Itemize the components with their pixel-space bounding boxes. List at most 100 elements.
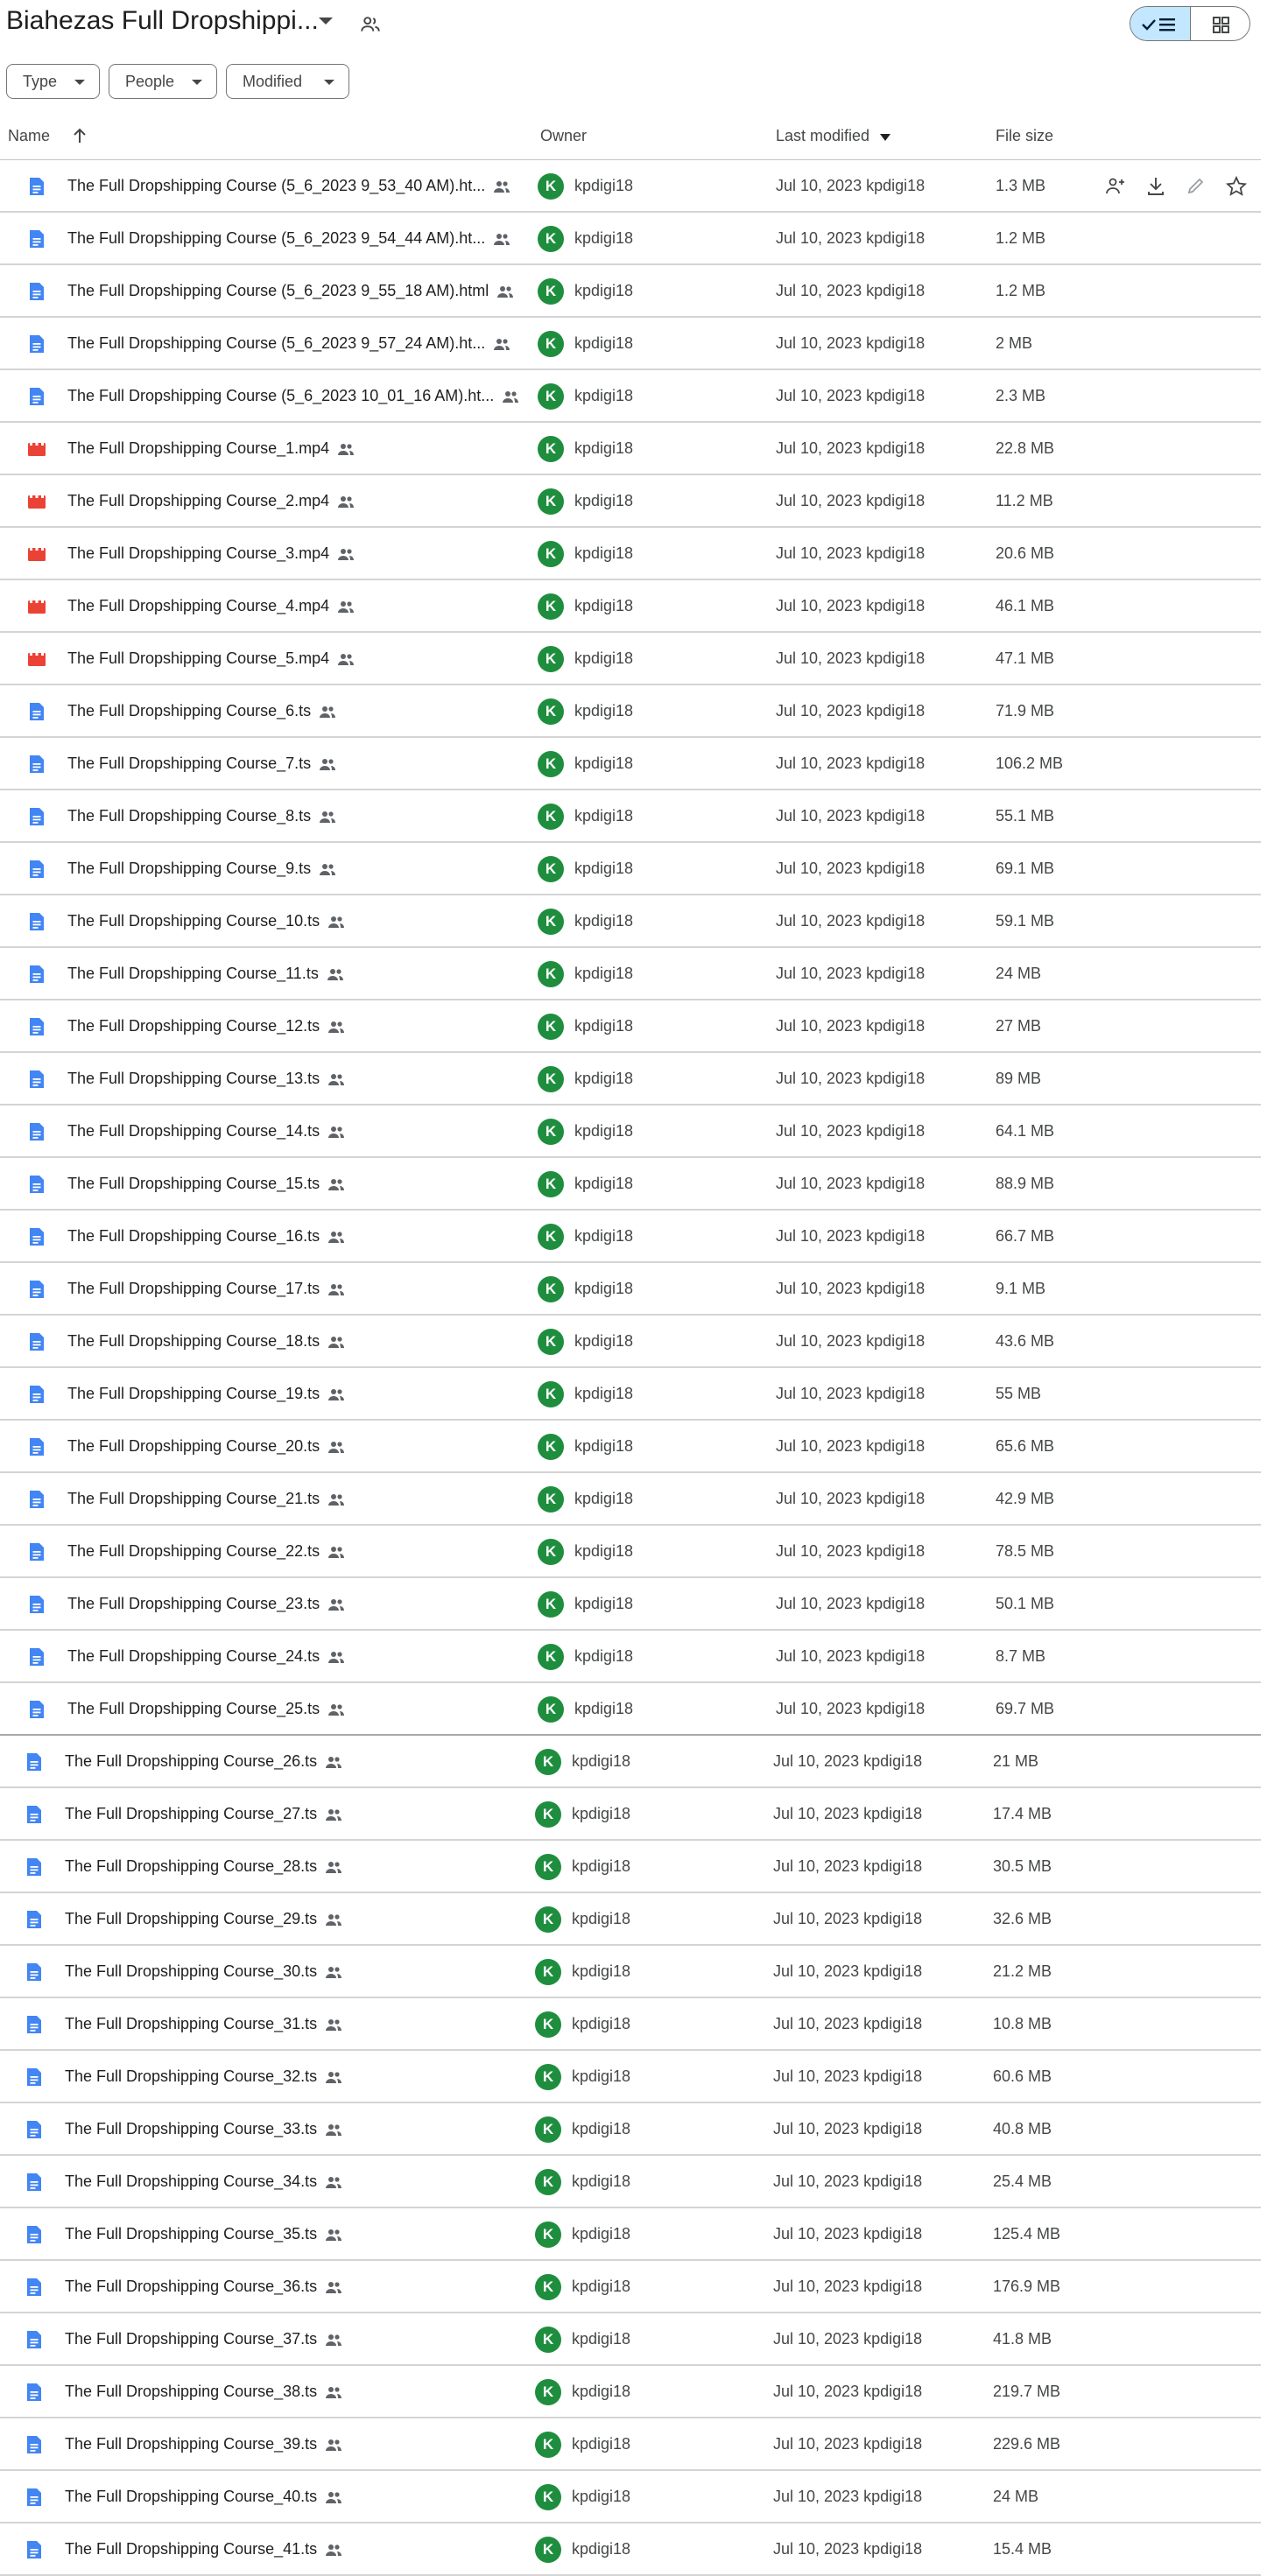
table-row[interactable]: The Full Dropshipping Course_3.mp4 Kkpdig…: [0, 528, 1267, 580]
table-row[interactable]: The Full Dropshipping Course_36.ts Kkpdig…: [0, 2261, 1267, 2313]
file-name[interactable]: The Full Dropshipping Course_32.ts: [65, 2067, 343, 2086]
star-icon[interactable]: [1224, 174, 1249, 199]
table-row[interactable]: The Full Dropshipping Course_20.ts Kkpdig…: [0, 1421, 1267, 1473]
caret-down-icon[interactable]: [879, 133, 891, 142]
download-icon[interactable]: [1144, 174, 1168, 199]
people-filter-chip[interactable]: People: [109, 64, 217, 99]
file-name[interactable]: The Full Dropshipping Course_10.ts: [67, 912, 346, 930]
table-row[interactable]: The Full Dropshipping Course_24.ts Kkpdig…: [0, 1631, 1267, 1683]
table-row[interactable]: The Full Dropshipping Course_13.ts Kkpdig…: [0, 1053, 1267, 1106]
table-row[interactable]: The Full Dropshipping Course (5_6_2023 9…: [0, 160, 1267, 213]
table-row[interactable]: The Full Dropshipping Course_35.ts Kkpdig…: [0, 2208, 1267, 2261]
file-name[interactable]: The Full Dropshipping Course_28.ts: [65, 1857, 343, 1876]
file-name[interactable]: The Full Dropshipping Course_34.ts: [65, 2172, 343, 2191]
file-name[interactable]: The Full Dropshipping Course_39.ts: [65, 2435, 343, 2453]
table-row[interactable]: The Full Dropshipping Course_5.mp4 Kkpdig…: [0, 633, 1267, 685]
table-row[interactable]: The Full Dropshipping Course_34.ts Kkpdig…: [0, 2156, 1267, 2208]
column-header-last-modified[interactable]: Last modified: [776, 127, 869, 145]
list-view-button[interactable]: [1130, 7, 1191, 40]
file-name[interactable]: The Full Dropshipping Course_17.ts: [67, 1280, 346, 1298]
file-name[interactable]: The Full Dropshipping Course_16.ts: [67, 1227, 346, 1246]
table-row[interactable]: The Full Dropshipping Course_17.ts Kkpdig…: [0, 1263, 1267, 1316]
column-header-name[interactable]: Name: [8, 127, 50, 145]
table-row[interactable]: The Full Dropshipping Course_39.ts Kkpdig…: [0, 2418, 1267, 2471]
file-name[interactable]: The Full Dropshipping Course (5_6_2023 1…: [67, 387, 520, 405]
table-row[interactable]: The Full Dropshipping Course_31.ts Kkpdig…: [0, 1998, 1267, 2051]
column-header-file-size[interactable]: File size: [996, 127, 1053, 145]
file-name[interactable]: The Full Dropshipping Course_6.ts: [67, 702, 337, 720]
file-name[interactable]: The Full Dropshipping Course_25.ts: [67, 1700, 346, 1718]
file-name[interactable]: The Full Dropshipping Course_29.ts: [65, 1910, 343, 1928]
file-name[interactable]: The Full Dropshipping Course_27.ts: [65, 1805, 343, 1823]
folder-title[interactable]: Biahezas Full Dropshippi...: [6, 6, 319, 36]
type-filter-chip[interactable]: Type: [6, 64, 100, 99]
file-name[interactable]: The Full Dropshipping Course_38.ts: [65, 2383, 343, 2401]
table-row[interactable]: The Full Dropshipping Course_10.ts Kkpdig…: [0, 895, 1267, 948]
table-row[interactable]: The Full Dropshipping Course_27.ts Kkpdig…: [0, 1788, 1267, 1841]
table-row[interactable]: The Full Dropshipping Course_21.ts Kkpdig…: [0, 1473, 1267, 1526]
table-row[interactable]: The Full Dropshipping Course_29.ts Kkpdig…: [0, 1893, 1267, 1946]
table-row[interactable]: The Full Dropshipping Course_28.ts Kkpdig…: [0, 1841, 1267, 1893]
table-row[interactable]: The Full Dropshipping Course_40.ts Kkpdig…: [0, 2471, 1267, 2523]
file-name[interactable]: The Full Dropshipping Course_30.ts: [65, 1962, 343, 1981]
table-row[interactable]: The Full Dropshipping Course_2.mp4 Kkpdig…: [0, 475, 1267, 528]
modified-filter-chip[interactable]: Modified: [226, 64, 349, 99]
file-name[interactable]: The Full Dropshipping Course_9.ts: [67, 860, 337, 878]
share-add-icon[interactable]: [1103, 174, 1128, 199]
table-row[interactable]: The Full Dropshipping Course_23.ts Kkpdig…: [0, 1578, 1267, 1631]
table-row[interactable]: The Full Dropshipping Course_15.ts Kkpdig…: [0, 1158, 1267, 1211]
file-name[interactable]: The Full Dropshipping Course (5_6_2023 9…: [67, 177, 511, 195]
table-row[interactable]: The Full Dropshipping Course_41.ts Kkpdig…: [0, 2523, 1267, 2576]
file-name[interactable]: The Full Dropshipping Course_31.ts: [65, 2015, 343, 2033]
table-row[interactable]: The Full Dropshipping Course_7.ts Kkpdigi…: [0, 738, 1267, 790]
table-row[interactable]: The Full Dropshipping Course_19.ts Kkpdig…: [0, 1368, 1267, 1421]
table-row[interactable]: The Full Dropshipping Course_26.ts Kkpdig…: [0, 1736, 1267, 1788]
file-name[interactable]: The Full Dropshipping Course_4.mp4: [67, 597, 355, 615]
file-name[interactable]: The Full Dropshipping Course_24.ts: [67, 1647, 346, 1666]
grid-view-button[interactable]: [1191, 7, 1249, 40]
column-header-owner[interactable]: Owner: [540, 127, 587, 145]
table-row[interactable]: The Full Dropshipping Course_25.ts Kkpdig…: [0, 1683, 1267, 1736]
table-row[interactable]: The Full Dropshipping Course (5_6_2023 1…: [0, 370, 1267, 423]
file-name[interactable]: The Full Dropshipping Course_40.ts: [65, 2488, 343, 2506]
arrow-up-icon[interactable]: [72, 127, 88, 144]
file-name[interactable]: The Full Dropshipping Course_35.ts: [65, 2225, 343, 2243]
table-row[interactable]: The Full Dropshipping Course_6.ts Kkpdigi…: [0, 685, 1267, 738]
table-row[interactable]: The Full Dropshipping Course_9.ts Kkpdigi…: [0, 843, 1267, 895]
file-name[interactable]: The Full Dropshipping Course_1.mp4: [67, 439, 355, 458]
file-name[interactable]: The Full Dropshipping Course (5_6_2023 9…: [67, 229, 511, 248]
table-row[interactable]: The Full Dropshipping Course_16.ts Kkpdig…: [0, 1211, 1267, 1263]
file-name[interactable]: The Full Dropshipping Course_5.mp4: [67, 649, 355, 668]
table-row[interactable]: The Full Dropshipping Course_14.ts Kkpdig…: [0, 1106, 1267, 1158]
table-row[interactable]: The Full Dropshipping Course_12.ts Kkpdig…: [0, 1000, 1267, 1053]
table-row[interactable]: The Full Dropshipping Course_1.mp4 Kkpdig…: [0, 423, 1267, 475]
file-name[interactable]: The Full Dropshipping Course_19.ts: [67, 1385, 346, 1403]
file-name[interactable]: The Full Dropshipping Course_15.ts: [67, 1175, 346, 1193]
file-name[interactable]: The Full Dropshipping Course_41.ts: [65, 2540, 343, 2558]
file-name[interactable]: The Full Dropshipping Course_7.ts: [67, 755, 337, 773]
file-name[interactable]: The Full Dropshipping Course_33.ts: [65, 2120, 343, 2138]
chevron-down-icon[interactable]: [319, 18, 333, 25]
people-icon[interactable]: [359, 13, 382, 36]
table-row[interactable]: The Full Dropshipping Course_11.ts Kkpdig…: [0, 948, 1267, 1000]
file-name[interactable]: The Full Dropshipping Course (5_6_2023 9…: [67, 282, 515, 300]
file-name[interactable]: The Full Dropshipping Course_2.mp4: [67, 492, 355, 510]
file-name[interactable]: The Full Dropshipping Course_36.ts: [65, 2278, 343, 2296]
table-row[interactable]: The Full Dropshipping Course_33.ts Kkpdig…: [0, 2103, 1267, 2156]
file-name[interactable]: The Full Dropshipping Course (5_6_2023 9…: [67, 334, 511, 353]
file-name[interactable]: The Full Dropshipping Course_26.ts: [65, 1752, 343, 1771]
file-name[interactable]: The Full Dropshipping Course_11.ts: [67, 965, 345, 983]
file-name[interactable]: The Full Dropshipping Course_23.ts: [67, 1595, 346, 1613]
table-row[interactable]: The Full Dropshipping Course_37.ts Kkpdig…: [0, 2313, 1267, 2366]
file-name[interactable]: The Full Dropshipping Course_37.ts: [65, 2330, 343, 2348]
table-row[interactable]: The Full Dropshipping Course_32.ts Kkpdig…: [0, 2051, 1267, 2103]
table-row[interactable]: The Full Dropshipping Course_38.ts Kkpdig…: [0, 2366, 1267, 2418]
file-name[interactable]: The Full Dropshipping Course_18.ts: [67, 1332, 346, 1351]
file-name[interactable]: The Full Dropshipping Course_21.ts: [67, 1490, 346, 1508]
file-name[interactable]: The Full Dropshipping Course_20.ts: [67, 1437, 346, 1456]
table-row[interactable]: The Full Dropshipping Course_22.ts Kkpdig…: [0, 1526, 1267, 1578]
file-name[interactable]: The Full Dropshipping Course_14.ts: [67, 1122, 346, 1141]
table-row[interactable]: The Full Dropshipping Course (5_6_2023 9…: [0, 213, 1267, 265]
file-name[interactable]: The Full Dropshipping Course_22.ts: [67, 1542, 346, 1561]
table-row[interactable]: The Full Dropshipping Course (5_6_2023 9…: [0, 265, 1267, 318]
